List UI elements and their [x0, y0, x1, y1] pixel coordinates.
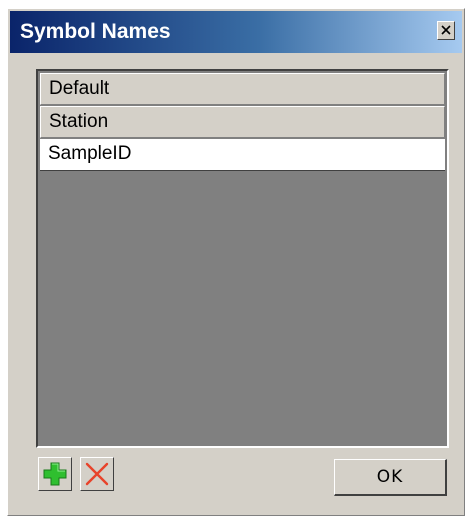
x-icon [85, 462, 109, 486]
delete-button[interactable] [80, 457, 114, 491]
close-icon [441, 25, 451, 35]
symbol-names-dialog: Symbol Names Default Station SampleID OK [7, 8, 465, 516]
ok-button[interactable]: OK [334, 459, 447, 496]
symbol-names-list[interactable]: Default Station SampleID [36, 69, 449, 448]
title-bar[interactable]: Symbol Names [10, 11, 462, 53]
dialog-title: Symbol Names [20, 20, 171, 43]
plus-icon [43, 462, 67, 486]
list-item-station[interactable]: Station [40, 106, 445, 138]
add-button[interactable] [38, 457, 72, 491]
close-button[interactable] [437, 21, 455, 40]
list-item-sampleid[interactable]: SampleID [40, 139, 445, 171]
list-item-default[interactable]: Default [40, 73, 445, 105]
